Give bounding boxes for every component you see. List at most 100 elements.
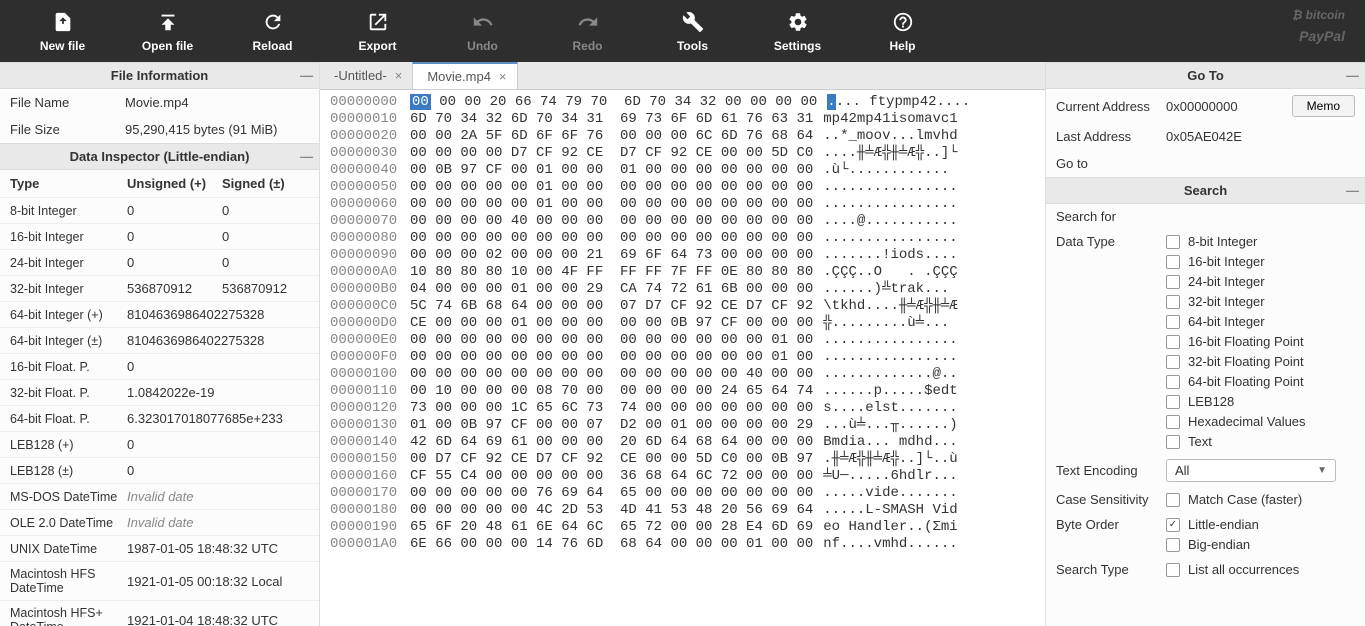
search-type-item[interactable]: 24-bit Integer — [1166, 274, 1355, 289]
tab-untitled[interactable]: -Untitled- × — [320, 63, 412, 88]
search-type-item[interactable]: 64-bit Floating Point — [1166, 374, 1355, 389]
hex-row[interactable]: 0000013001 00 0B 97 CF 00 00 07 D2 00 01… — [320, 417, 1045, 434]
search-type-item[interactable]: LEB128 — [1166, 394, 1355, 409]
search-type-label: Search Type — [1056, 562, 1166, 577]
hex-row[interactable]: 0000009000 00 00 02 00 00 00 21 69 6F 64… — [320, 247, 1045, 264]
collapse-icon[interactable]: — — [300, 149, 313, 164]
hex-row[interactable]: 000000C05C 74 6B 68 64 00 00 00 07 D7 CF… — [320, 298, 1045, 315]
new-file-button[interactable]: New file — [10, 0, 115, 62]
di-row: 24-bit Integer00 — [0, 249, 319, 275]
tools-button[interactable]: Tools — [640, 0, 745, 62]
current-address-label: Current Address — [1056, 99, 1166, 114]
hex-row[interactable]: 0000002000 00 2A 5F 6D 6F 6F 76 00 00 00… — [320, 128, 1045, 145]
collapse-icon[interactable]: — — [300, 68, 313, 83]
checkbox[interactable] — [1166, 415, 1180, 429]
checkbox[interactable] — [1166, 355, 1180, 369]
hex-row[interactable]: 000000E000 00 00 00 00 00 00 00 00 00 00… — [320, 332, 1045, 349]
text-encoding-select[interactable]: All ▼ — [1166, 459, 1336, 482]
hex-row[interactable]: 0000015000 D7 CF 92 CE D7 CF 92 CE 00 00… — [320, 451, 1045, 468]
search-type-item[interactable]: 8-bit Integer — [1166, 234, 1355, 249]
di-row: LEB128 (+)0 — [0, 431, 319, 457]
bitcoin-link[interactable]: ₿ bitcoin — [1292, 8, 1345, 22]
close-icon[interactable]: × — [499, 69, 507, 84]
di-row: 64-bit Integer (+)8104636986402275328 — [0, 301, 319, 327]
search-type-item[interactable]: Text — [1166, 434, 1355, 449]
redo-icon — [577, 9, 599, 35]
checkbox[interactable] — [1166, 255, 1180, 269]
checkbox[interactable] — [1166, 395, 1180, 409]
undo-button[interactable]: Undo — [430, 0, 535, 62]
search-type-item[interactable]: Hexadecimal Values — [1166, 414, 1355, 429]
hex-row[interactable]: 00000160CF 55 C4 00 00 00 00 00 36 68 64… — [320, 468, 1045, 485]
collapse-icon[interactable]: — — [1346, 183, 1359, 198]
big-endian-checkbox[interactable] — [1166, 538, 1180, 552]
hex-row[interactable]: 0000010000 00 00 00 00 00 00 00 00 00 00… — [320, 366, 1045, 383]
paypal-link[interactable]: PayPal — [1299, 28, 1345, 44]
hex-row[interactable]: 000000D0CE 00 00 00 01 00 00 00 00 00 0B… — [320, 315, 1045, 332]
checkbox[interactable] — [1166, 315, 1180, 329]
di-row: 32-bit Float. P.1.0842022e-19 — [0, 379, 319, 405]
memo-button[interactable]: Memo — [1292, 95, 1355, 117]
tools-icon — [682, 9, 704, 35]
search-type-item[interactable]: 16-bit Integer — [1166, 254, 1355, 269]
hex-row[interactable]: 0000012073 00 00 00 1C 65 6C 73 74 00 00… — [320, 400, 1045, 417]
hex-row[interactable]: 0000011000 10 00 00 00 08 70 00 00 00 00… — [320, 383, 1045, 400]
hex-row[interactable]: 0000007000 00 00 00 40 00 00 00 00 00 00… — [320, 213, 1045, 230]
hex-row[interactable]: 0000000000 00 00 20 66 74 79 70 6D 70 34… — [320, 94, 1045, 111]
hex-row[interactable]: 000000F000 00 00 00 00 00 00 00 00 00 00… — [320, 349, 1045, 366]
collapse-icon[interactable]: — — [1346, 68, 1359, 83]
hex-row[interactable]: 000001A06E 66 00 00 00 14 76 6D 68 64 00… — [320, 536, 1045, 553]
export-button[interactable]: Export — [325, 0, 430, 62]
help-button[interactable]: Help — [850, 0, 955, 62]
search-type-item[interactable]: 32-bit Integer — [1166, 294, 1355, 309]
hex-editor: -Untitled- × Movie.mp4 × 0000000000 00 0… — [320, 62, 1045, 626]
little-endian-checkbox[interactable] — [1166, 518, 1180, 532]
main-toolbar: New file Open file Reload Export Undo Re… — [0, 0, 1365, 62]
hex-row[interactable]: 0000014042 6D 64 69 61 00 00 00 20 6D 64… — [320, 434, 1045, 451]
search-type-item[interactable]: 64-bit Integer — [1166, 314, 1355, 329]
settings-button[interactable]: Settings — [745, 0, 850, 62]
search-header: Search — — [1046, 177, 1365, 204]
donate-links: ₿ bitcoin PayPal — [1292, 8, 1345, 44]
new-file-icon — [52, 9, 74, 35]
hex-row[interactable]: 0000017000 00 00 00 00 76 69 64 65 00 00… — [320, 485, 1045, 502]
hex-row[interactable]: 0000003000 00 00 00 D7 CF 92 CE D7 CF 92… — [320, 145, 1045, 162]
tab-movie[interactable]: Movie.mp4 × — [412, 62, 517, 89]
di-row: Macintosh HFS+ DateTime1921-01-04 18:48:… — [0, 600, 319, 626]
search-type-item[interactable]: 16-bit Floating Point — [1166, 334, 1355, 349]
checkbox[interactable] — [1166, 235, 1180, 249]
di-row: OLE 2.0 DateTimeInvalid date — [0, 509, 319, 535]
search-type-item[interactable]: 32-bit Floating Point — [1166, 354, 1355, 369]
di-row: MS-DOS DateTimeInvalid date — [0, 483, 319, 509]
hex-row[interactable]: 0000008000 00 00 00 00 00 00 00 00 00 00… — [320, 230, 1045, 247]
hex-row[interactable]: 000000B004 00 00 00 01 00 00 29 CA 74 72… — [320, 281, 1045, 298]
di-row: 16-bit Float. P.0 — [0, 353, 319, 379]
list-all-checkbox[interactable] — [1166, 563, 1180, 577]
hex-row[interactable]: 0000004000 0B 97 CF 00 01 00 00 01 00 00… — [320, 162, 1045, 179]
hex-view[interactable]: 0000000000 00 00 20 66 74 79 70 6D 70 34… — [320, 90, 1045, 626]
hex-row[interactable]: 000000106D 70 34 32 6D 70 34 31 69 73 6F… — [320, 111, 1045, 128]
checkbox[interactable] — [1166, 375, 1180, 389]
hex-row[interactable]: 0000006000 00 00 00 00 01 00 00 00 00 00… — [320, 196, 1045, 213]
di-row: LEB128 (±)0 — [0, 457, 319, 483]
search-for-label: Search for — [1056, 209, 1166, 224]
checkbox[interactable] — [1166, 435, 1180, 449]
checkbox[interactable] — [1166, 275, 1180, 289]
di-row: 32-bit Integer536870912536870912 — [0, 275, 319, 301]
checkbox[interactable] — [1166, 295, 1180, 309]
hex-row[interactable]: 0000019065 6F 20 48 61 6E 64 6C 65 72 00… — [320, 519, 1045, 536]
redo-button[interactable]: Redo — [535, 0, 640, 62]
reload-icon — [262, 9, 284, 35]
match-case-checkbox[interactable] — [1166, 493, 1180, 507]
hex-row[interactable]: 0000018000 00 00 00 00 4C 2D 53 4D 41 53… — [320, 502, 1045, 519]
close-icon[interactable]: × — [395, 68, 403, 83]
open-file-button[interactable]: Open file — [115, 0, 220, 62]
checkbox[interactable] — [1166, 335, 1180, 349]
help-icon — [892, 9, 914, 35]
export-icon — [367, 9, 389, 35]
hex-row[interactable]: 0000005000 00 00 00 00 01 00 00 00 00 00… — [320, 179, 1045, 196]
di-row: 64-bit Integer (±)8104636986402275328 — [0, 327, 319, 353]
hex-row[interactable]: 000000A010 80 80 80 10 00 4F FF FF FF 7F… — [320, 264, 1045, 281]
reload-button[interactable]: Reload — [220, 0, 325, 62]
text-encoding-label: Text Encoding — [1056, 463, 1166, 478]
